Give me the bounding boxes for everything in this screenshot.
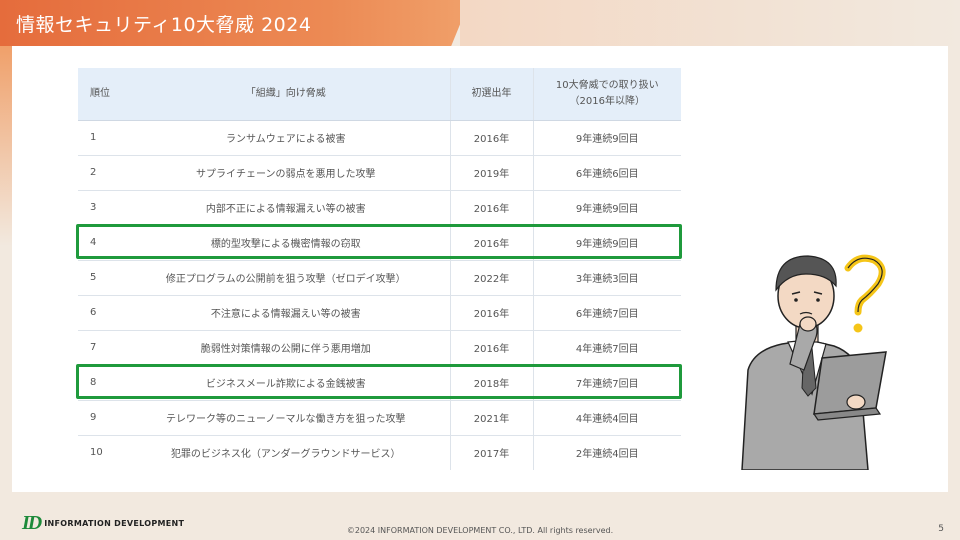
threat-name-cell: 修正プログラムの公開前を狙う攻撃（ゼロデイ攻撃）: [122, 260, 451, 296]
first-year-cell: 2017年: [450, 435, 534, 470]
history-cell: 9年連続9回目: [533, 225, 681, 261]
page-number: 5: [938, 524, 944, 534]
rank-cell: 9: [78, 400, 122, 436]
rank-cell: 6: [78, 295, 122, 331]
table-row: 4 標的型攻撃による機密情報の窃取 2016年 9年連続9回目: [78, 225, 681, 261]
history-cell: 3年連続3回目: [533, 260, 681, 296]
threat-name-cell: サプライチェーンの弱点を悪用した攻撃: [122, 155, 451, 191]
threat-name-cell: ランサムウェアによる被害: [122, 120, 451, 156]
threat-table: 順位 「組織」向け脅威 初選出年 10大脅威での取り扱い （2016年以降） 1…: [78, 68, 681, 470]
table-row: 5 修正プログラムの公開前を狙う攻撃（ゼロデイ攻撃） 2022年 3年連続3回目: [78, 260, 681, 296]
table-row: 8 ビジネスメール詐欺による金銭被害 2018年 7年連続7回目: [78, 365, 681, 401]
header-history-line1: 10大脅威での取り扱い: [555, 79, 659, 91]
rank-cell: 8: [78, 365, 122, 401]
first-year-cell: 2016年: [450, 225, 534, 261]
table-header-row: 順位 「組織」向け脅威 初選出年 10大脅威での取り扱い （2016年以降）: [78, 68, 681, 121]
threat-name-cell: 不注意による情報漏えい等の被害: [122, 295, 451, 331]
first-year-cell: 2022年: [450, 260, 534, 296]
table-row: 9 テレワーク等のニューノーマルな働き方を狙った攻撃 2021年 4年連続4回目: [78, 400, 681, 436]
threat-name-cell: 脆弱性対策情報の公開に伴う悪用増加: [122, 330, 451, 366]
table-row: 6 不注意による情報漏えい等の被害 2016年 6年連続7回目: [78, 295, 681, 331]
table-row: 2 サプライチェーンの弱点を悪用した攻撃 2019年 6年連続6回目: [78, 155, 681, 191]
header-history-line2: （2016年以降）: [569, 95, 645, 107]
history-cell: 6年連続7回目: [533, 295, 681, 331]
rank-cell: 10: [90, 447, 103, 459]
header-name: 「組織」向け脅威: [122, 68, 451, 121]
first-year-cell: 2016年: [450, 190, 534, 226]
left-accent: [0, 46, 12, 246]
history-cell: 4年連続4回目: [533, 400, 681, 436]
rank-cell: 7: [78, 330, 122, 366]
history-cell: 9年連続9回目: [533, 190, 681, 226]
history-cell: 9年連続9回目: [533, 120, 681, 156]
table-row: 3 内部不正による情報漏えい等の被害 2016年 9年連続9回目: [78, 190, 681, 226]
table-row: 10 犯罪のビジネス化（アンダーグラウンドサービス） 2017年 2年連続4回目: [78, 435, 681, 470]
rank-cell: 2: [78, 155, 122, 191]
first-year-cell: 2016年: [450, 295, 534, 331]
confused-person-with-laptop-icon: [741, 254, 887, 470]
page-title: 情報セキュリティ10大脅威 2024: [16, 14, 312, 36]
table-row: 7 脆弱性対策情報の公開に伴う悪用増加 2016年 4年連続7回目: [78, 330, 681, 366]
threat-name-cell: 内部不正による情報漏えい等の被害: [122, 190, 451, 226]
first-year-cell: 2021年: [450, 400, 534, 436]
header-fade: [460, 0, 960, 46]
threat-name-cell: テレワーク等のニューノーマルな働き方を狙った攻撃: [122, 400, 451, 436]
history-cell: 6年連続6回目: [533, 155, 681, 191]
history-cell: 7年連続7回目: [533, 365, 681, 401]
history-cell: 2年連続4回目: [575, 449, 639, 461]
threat-name-cell: ビジネスメール詐欺による金銭被害: [122, 365, 451, 401]
first-year-cell: 2016年: [450, 120, 534, 156]
first-year-cell: 2018年: [450, 365, 534, 401]
header-history: 10大脅威での取り扱い （2016年以降）: [533, 68, 681, 121]
header-rank: 順位: [78, 68, 122, 121]
threat-name-cell: 標的型攻撃による機密情報の窃取: [122, 225, 451, 261]
threat-name-cell: 犯罪のビジネス化（アンダーグラウンドサービス）: [122, 435, 451, 470]
rank-cell: 3: [78, 190, 122, 226]
first-year-cell: 2019年: [450, 155, 534, 191]
history-cell: 4年連続7回目: [533, 330, 681, 366]
rank-cell: 5: [78, 260, 122, 296]
rank-cell: 1: [78, 120, 122, 156]
copyright: ©2024 INFORMATION DEVELOPMENT CO., LTD. …: [346, 526, 614, 535]
table-row: 1 ランサムウェアによる被害 2016年 9年連続9回目: [78, 120, 681, 156]
first-year-cell: 2016年: [450, 330, 534, 366]
rank-cell: 4: [78, 225, 122, 261]
header-first-year: 初選出年: [450, 68, 534, 121]
